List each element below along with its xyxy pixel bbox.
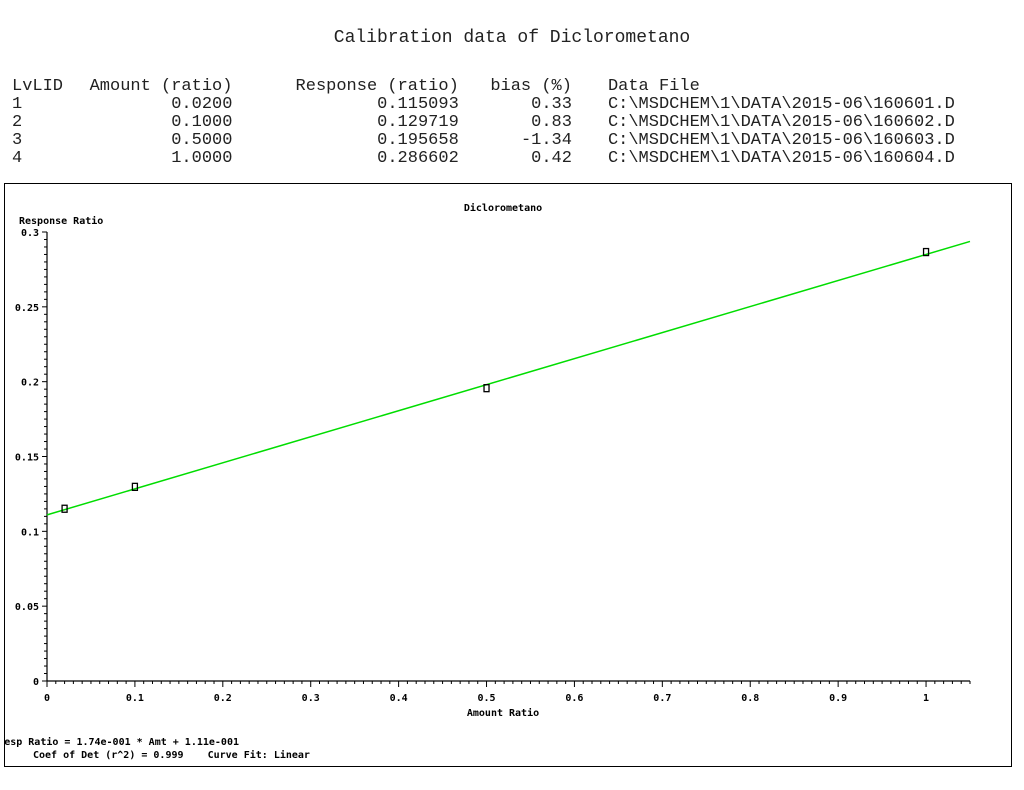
- cell-data-file: C:\MSDCHEM\1\DATA\2015-06\160603.D: [607, 131, 955, 150]
- x-tick-label: 0.6: [565, 693, 583, 704]
- cell-amount: 0.1000: [171, 113, 233, 132]
- x-tick-label: 1: [923, 693, 929, 704]
- y-tick-label: 0.3: [21, 228, 39, 239]
- cell-data-file: C:\MSDCHEM\1\DATA\2015-06\160601.D: [607, 95, 955, 114]
- cell-bias: -1.34: [520, 131, 572, 150]
- x-tick-label: 0.3: [302, 693, 320, 704]
- x-tick-label: 0.4: [390, 693, 408, 704]
- cell-response: 0.195658: [377, 131, 459, 150]
- calibration-table: LvLID Amount (ratio) Response (ratio) bi…: [12, 78, 1024, 168]
- cell-bias: 0.42: [531, 149, 572, 168]
- x-axis-label: Amount Ratio: [467, 707, 539, 719]
- column-header-bias: bias (%): [490, 77, 572, 96]
- cell-data-file: C:\MSDCHEM\1\DATA\2015-06\160602.D: [607, 113, 955, 132]
- column-header-data-file: Data File: [607, 77, 700, 96]
- cell-bias: 0.83: [531, 113, 572, 132]
- cell-amount: 1.0000: [171, 149, 233, 168]
- table-row: 4 1.0000 0.286602 0.42 C:\MSDCHEM\1\DATA…: [12, 150, 1024, 168]
- chart-canvas: Diclorometano Response Ratio Amount Rati…: [5, 202, 971, 761]
- table-row: 3 0.5000 0.195658 -1.34 C:\MSDCHEM\1\DAT…: [12, 132, 1024, 150]
- y-tick-label: 0.25: [15, 303, 39, 314]
- cell-response: 0.286602: [377, 149, 459, 168]
- column-header-response: Response (ratio): [295, 77, 459, 96]
- cell-data-file: C:\MSDCHEM\1\DATA\2015-06\160604.D: [607, 149, 955, 168]
- y-tick-label: 0.05: [15, 602, 39, 613]
- table-row: 1 0.0200 0.115093 0.33 C:\MSDCHEM\1\DATA…: [12, 96, 1024, 114]
- calibration-chart: Diclorometano Response Ratio Amount Rati…: [4, 183, 1012, 767]
- report-title: Calibration data of Diclorometano: [333, 28, 691, 48]
- y-tick-label: 0.1: [21, 527, 39, 538]
- fit-statistics: Coef of Det (r^2) = 0.999 Curve Fit: Lin…: [33, 749, 310, 761]
- fit-line: [46, 240, 971, 516]
- table-header-row: LvLID Amount (ratio) Response (ratio) bi…: [12, 78, 1024, 96]
- cell-response: 0.115093: [377, 95, 459, 114]
- y-tick-label: 0: [33, 677, 39, 688]
- cell-level-id: 1: [12, 95, 23, 114]
- cell-level-id: 2: [12, 113, 23, 132]
- column-header-level-id: LvLID: [12, 77, 64, 96]
- x-tick-label: 0: [44, 693, 50, 704]
- y-tick-label: 0.15: [15, 453, 39, 464]
- fit-equation: Resp Ratio = 1.74e-001 * Amt + 1.11e-001: [5, 736, 239, 748]
- y-axis-label: Response Ratio: [19, 215, 103, 227]
- cell-bias: 0.33: [531, 95, 572, 114]
- chart-title: Diclorometano: [464, 202, 542, 214]
- cell-level-id: 4: [12, 149, 23, 168]
- y-tick-label: 0.2: [21, 378, 39, 389]
- column-header-amount: Amount (ratio): [89, 77, 233, 96]
- x-tick-label: 0.9: [829, 693, 847, 704]
- cell-response: 0.129719: [377, 113, 459, 132]
- x-tick-label: 0.8: [741, 693, 759, 704]
- x-tick-label: 0.5: [477, 693, 495, 704]
- x-tick-label: 0.2: [214, 693, 232, 704]
- x-tick-label: 0.7: [653, 693, 671, 704]
- x-tick-label: 0.1: [126, 693, 144, 704]
- cell-amount: 0.0200: [171, 95, 233, 114]
- table-row: 2 0.1000 0.129719 0.83 C:\MSDCHEM\1\DATA…: [12, 114, 1024, 132]
- cell-amount: 0.5000: [171, 131, 233, 150]
- cell-level-id: 3: [12, 131, 23, 150]
